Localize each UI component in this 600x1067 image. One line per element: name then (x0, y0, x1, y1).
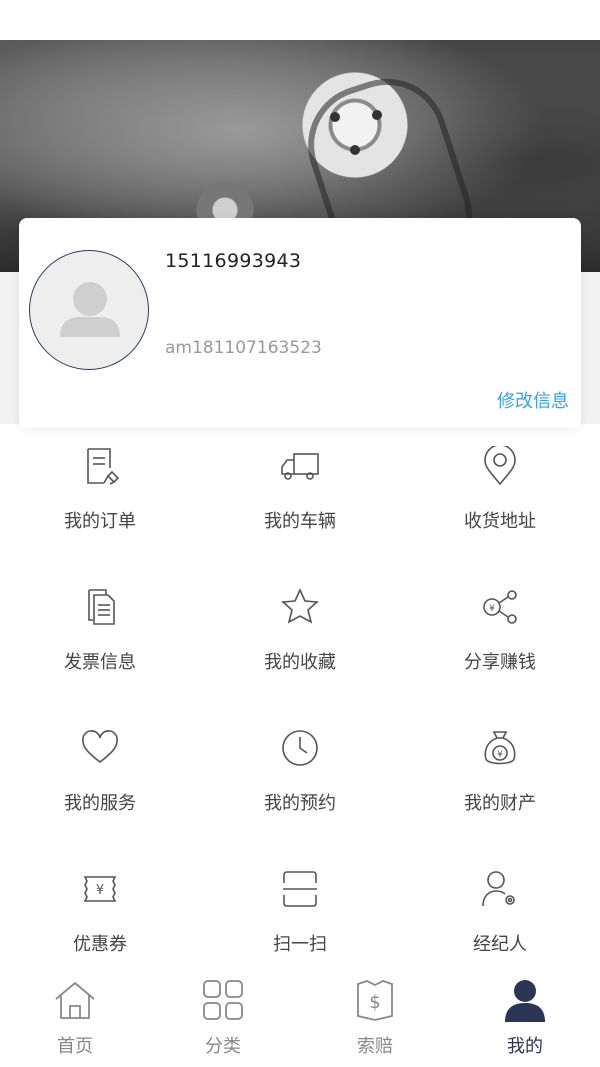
menu-row: 我的服务 我的预约 ¥ 我的财产 (0, 722, 600, 863)
menu-item-my-orders[interactable]: 我的订单 (0, 440, 200, 560)
menu-label: 我的服务 (64, 793, 136, 814)
menu-item-my-vehicles[interactable]: 我的车辆 (200, 440, 400, 560)
menu-item-scan[interactable]: 扫一扫 (200, 863, 400, 983)
menu-row: 我的订单 我的车辆 收货地址 (0, 440, 600, 581)
svg-text:$: $ (369, 992, 380, 1013)
truck-icon (281, 453, 319, 480)
bottom-tab-bar: 首页 分类 $ 索赔 我的 (0, 968, 600, 1067)
banner-detail (350, 145, 360, 155)
status-bar (0, 0, 600, 40)
claim-dollar-icon: $ (357, 980, 393, 1021)
tab-mine[interactable]: 我的 (450, 968, 600, 1067)
order-doc-icon (87, 448, 120, 485)
menu-row: 发票信息 我的收藏 ¥ 分享赚钱 (0, 581, 600, 722)
default-avatar-icon (60, 282, 120, 337)
menu-item-shipping-address[interactable]: 收货地址 (400, 440, 600, 560)
menu-label: 优惠券 (73, 934, 127, 955)
tab-claims[interactable]: $ 索赔 (300, 968, 450, 1067)
menu-label: 我的订单 (64, 511, 136, 532)
banner-detail (330, 112, 340, 122)
menu-label: 发票信息 (64, 652, 136, 673)
home-icon (55, 981, 95, 1019)
money-bag-icon: ¥ (484, 731, 516, 765)
svg-text:¥: ¥ (489, 604, 495, 614)
tab-label: 索赔 (357, 1036, 393, 1057)
menu-label: 我的车辆 (264, 511, 336, 532)
clock-icon (282, 730, 318, 766)
menu-item-invoice-info[interactable]: 发票信息 (0, 581, 200, 701)
menu-grid: 我的订单 我的车辆 收货地址 发票信息 我的收藏 ¥ 分享赚钱 我的服务 我的预… (0, 440, 600, 1004)
svg-text:¥: ¥ (96, 883, 104, 898)
location-pin-icon (484, 446, 516, 486)
tab-label: 分类 (205, 1036, 241, 1057)
heart-icon (82, 730, 118, 764)
menu-label: 收货地址 (464, 511, 536, 532)
account-id: am181107163523 (165, 338, 322, 358)
svg-text:¥: ¥ (497, 750, 503, 760)
menu-label: 经纪人 (473, 934, 527, 955)
profile-card: 15116993943 am181107163523 修改信息 (19, 218, 581, 428)
banner-detail (372, 110, 382, 120)
edit-info-link[interactable]: 修改信息 (497, 387, 569, 413)
invoice-doc-icon (88, 589, 115, 625)
person-icon (505, 980, 545, 1022)
menu-item-my-assets[interactable]: ¥ 我的财产 (400, 722, 600, 842)
menu-item-my-services[interactable]: 我的服务 (0, 722, 200, 842)
tab-home[interactable]: 首页 (0, 968, 150, 1067)
menu-item-my-appointments[interactable]: 我的预约 (200, 722, 400, 842)
agent-user-icon (482, 871, 515, 907)
share-yen-icon: ¥ (483, 590, 517, 624)
menu-label: 我的财产 (464, 793, 536, 814)
tab-label: 首页 (57, 1036, 93, 1057)
tab-category[interactable]: 分类 (148, 968, 298, 1067)
grid-icon (203, 980, 243, 1020)
menu-item-agent[interactable]: 经纪人 (400, 863, 600, 983)
menu-label: 我的预约 (264, 793, 336, 814)
coupon-yen-icon: ¥ (83, 876, 117, 902)
avatar[interactable] (29, 250, 149, 370)
menu-item-my-favorites[interactable]: 我的收藏 (200, 581, 400, 701)
star-icon (281, 588, 319, 624)
menu-item-share-earn[interactable]: ¥ 分享赚钱 (400, 581, 600, 701)
menu-item-coupons[interactable]: ¥ 优惠券 (0, 863, 200, 983)
tab-label: 我的 (507, 1036, 543, 1057)
menu-label: 我的收藏 (264, 652, 336, 673)
scan-icon (283, 871, 317, 907)
menu-label: 扫一扫 (273, 934, 327, 955)
phone-number: 15116993943 (165, 250, 302, 272)
menu-label: 分享赚钱 (464, 652, 536, 673)
